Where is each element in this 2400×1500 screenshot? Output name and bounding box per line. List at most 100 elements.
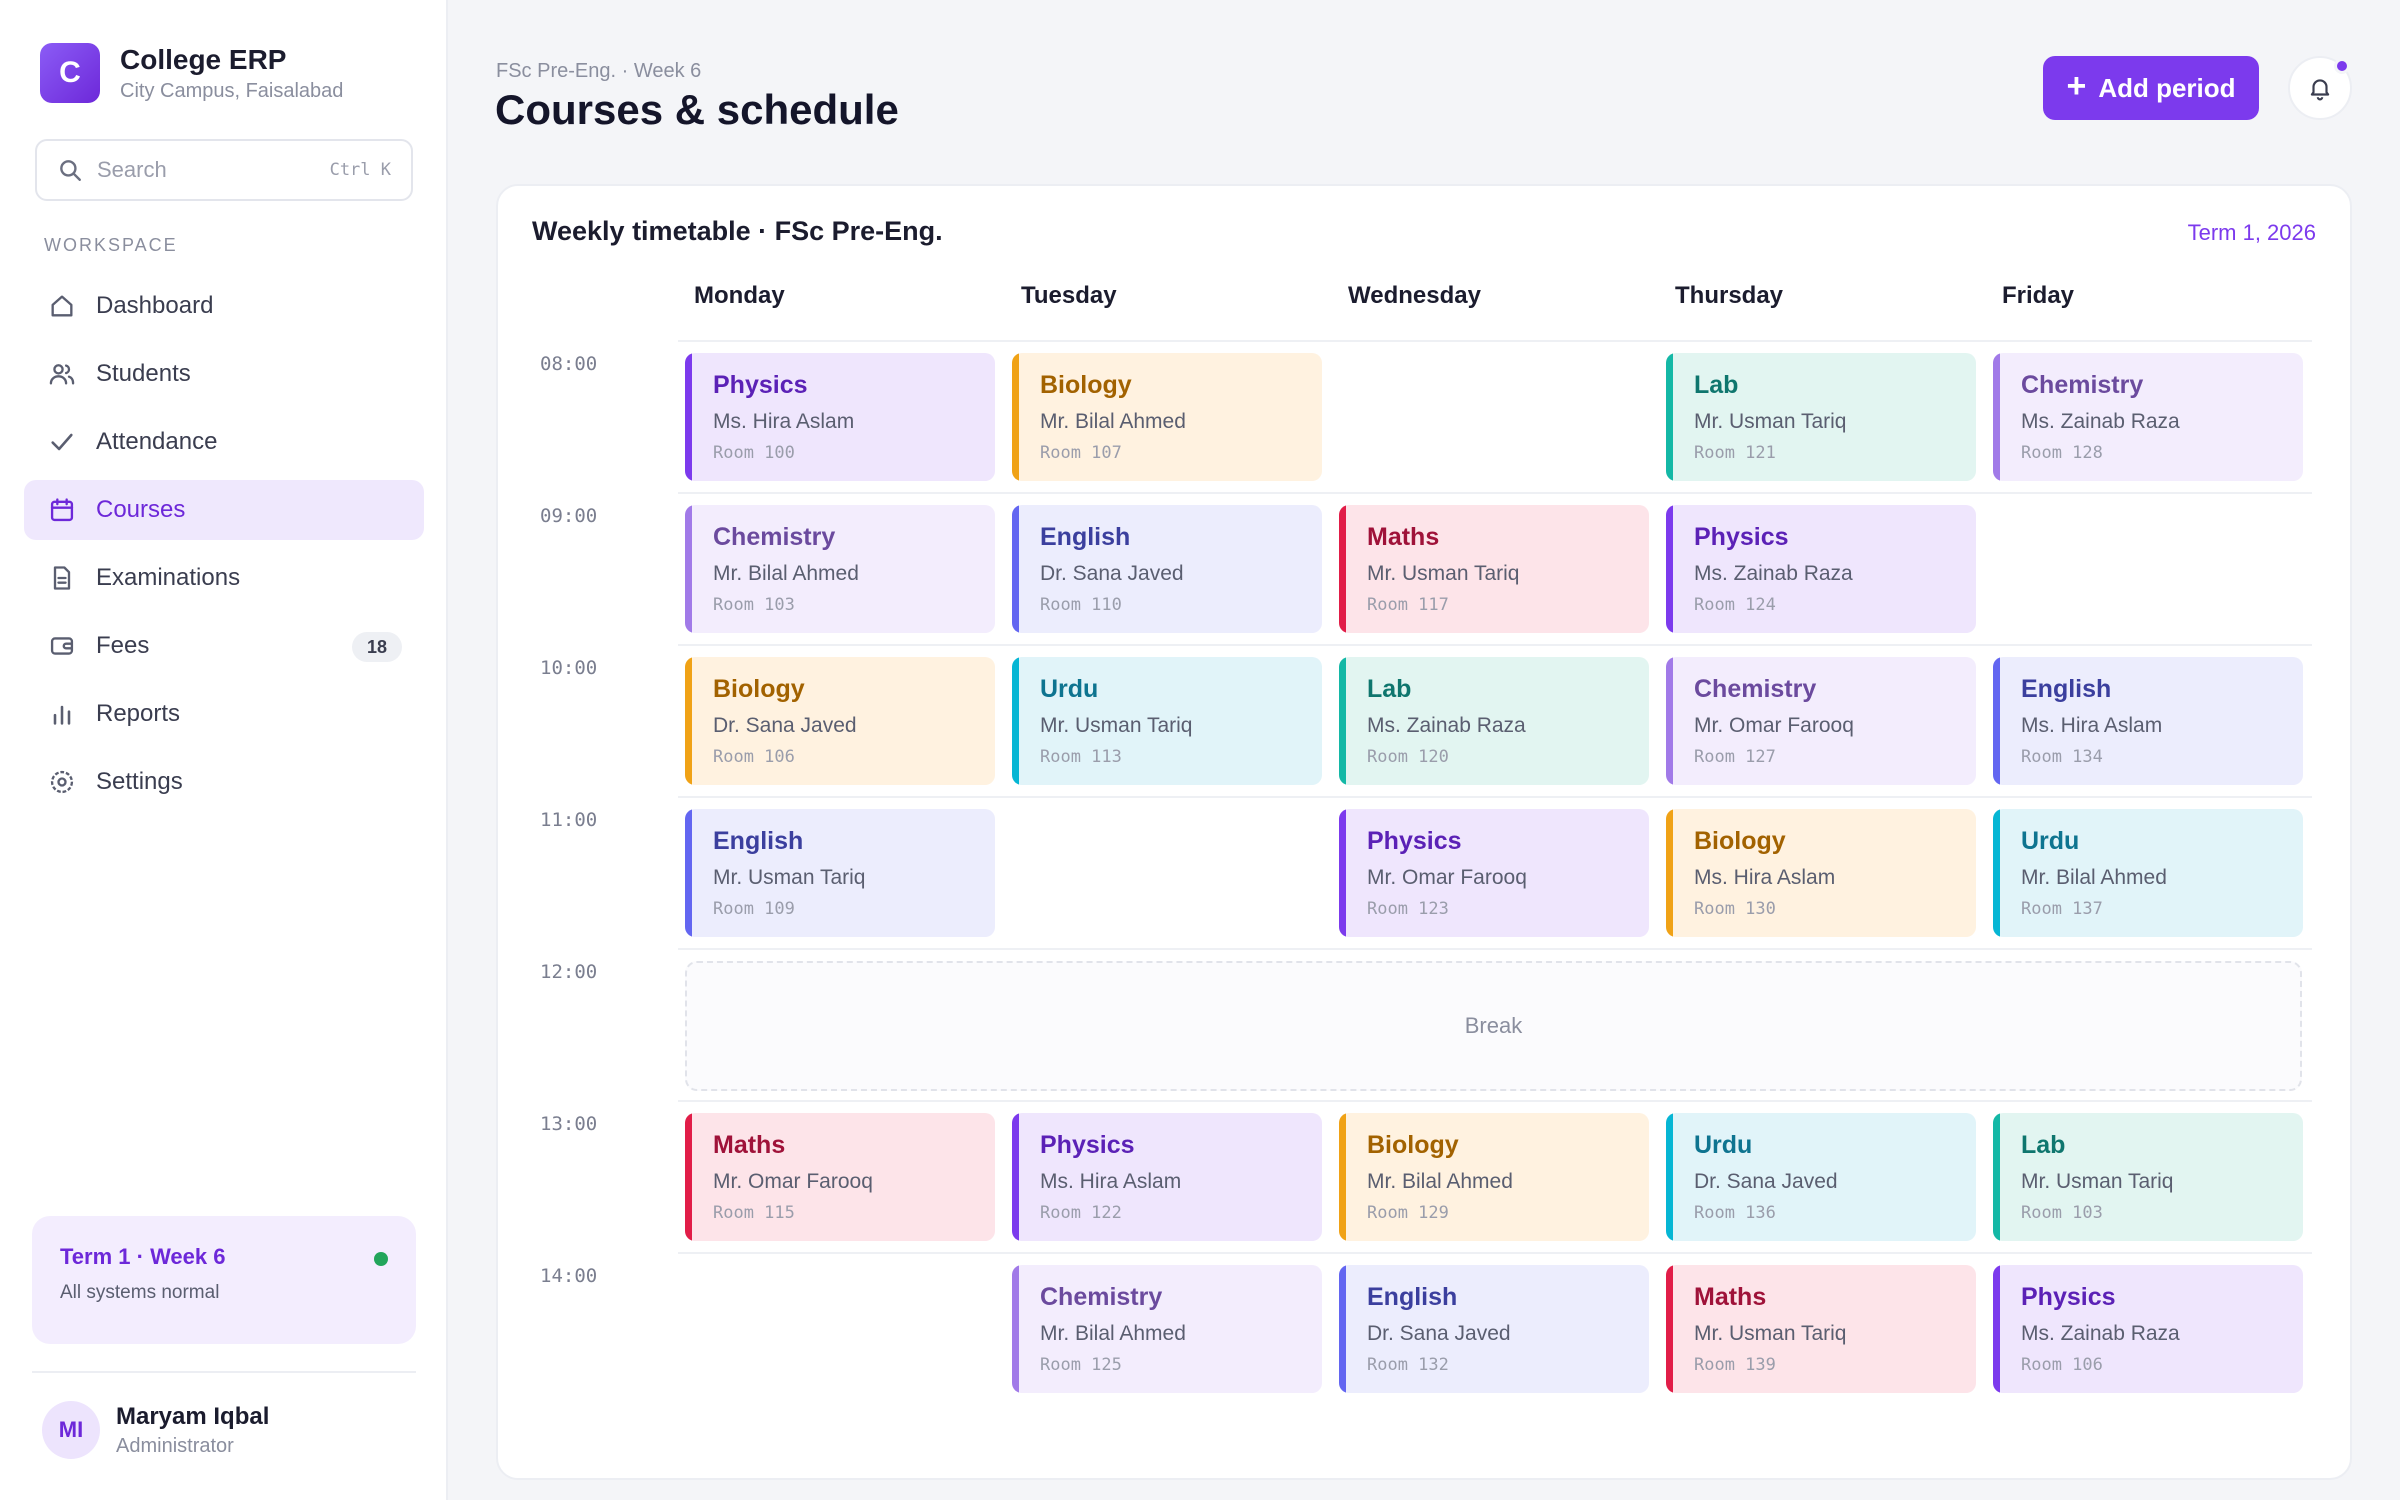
class-slot[interactable]: Chemistry Mr. Bilal Ahmed Room 125 [1012, 1265, 1322, 1393]
search-placeholder: Search [97, 157, 167, 182]
slot-teacher: Ms. Zainab Raza [2021, 410, 2180, 433]
home-icon [51, 295, 73, 317]
slot-room: Room 106 [2021, 1355, 2103, 1375]
class-slot[interactable]: Biology Mr. Bilal Ahmed Room 129 [1339, 1113, 1649, 1241]
timetable-card: Weekly timetable · FSc Pre-Eng. Term 1, … [496, 184, 2352, 1480]
slot-subject: Lab [1694, 371, 1739, 399]
slot-subject: English [2021, 675, 2112, 703]
class-slot[interactable]: Physics Mr. Omar Farooq Room 123 [1339, 809, 1649, 937]
time-label: 10:00 [540, 657, 598, 679]
class-slot[interactable]: Maths Mr. Omar Farooq Room 115 [685, 1113, 995, 1241]
slot-room: Room 127 [1694, 747, 1776, 767]
sidebar-item-courses[interactable]: Courses [24, 480, 424, 540]
slot-subject: English [1367, 1283, 1458, 1311]
sidebar: C College ERP City Campus, Faisalabad Se… [0, 0, 448, 1500]
status-indicator-dot [374, 1252, 388, 1266]
class-slot[interactable]: Physics Ms. Hira Aslam Room 100 [685, 353, 995, 481]
slot-teacher: Mr. Usman Tariq [1694, 1322, 1847, 1345]
term-status-card: Term 1 · Week 6 All systems normal [32, 1216, 416, 1344]
slot-subject: Urdu [2021, 827, 2080, 855]
slot-room: Room 123 [1367, 899, 1449, 919]
brand[interactable]: C College ERP City Campus, Faisalabad [40, 43, 343, 103]
slot-teacher: Mr. Usman Tariq [1694, 410, 1847, 433]
class-slot[interactable]: Chemistry Mr. Bilal Ahmed Room 103 [685, 505, 995, 633]
slot-room: Room 128 [2021, 443, 2103, 463]
user-profile[interactable]: MI Maryam Iqbal Administrator [42, 1401, 269, 1459]
user-role: Administrator [116, 1434, 234, 1457]
class-slot[interactable]: Maths Mr. Usman Tariq Room 117 [1339, 505, 1649, 633]
slot-teacher: Ms. Zainab Raza [2021, 1322, 2180, 1345]
slot-room: Room 120 [1367, 747, 1449, 767]
slot-teacher: Mr. Omar Farooq [1367, 866, 1527, 889]
sidebar-item-students[interactable]: Students [24, 344, 424, 404]
slot-teacher: Mr. Usman Tariq [713, 866, 866, 889]
sidebar-item-fees[interactable]: Fees 18 [24, 616, 424, 676]
slot-subject: Urdu [1694, 1131, 1753, 1159]
sidebar-item-attendance[interactable]: Attendance [24, 412, 424, 472]
class-slot[interactable]: Lab Ms. Zainab Raza Room 120 [1339, 657, 1649, 785]
slot-teacher: Ms. Hira Aslam [1040, 1170, 1182, 1193]
class-slot[interactable]: Urdu Dr. Sana Javed Room 136 [1666, 1113, 1976, 1241]
sidebar-item-label: Settings [96, 768, 183, 795]
class-slot[interactable]: Chemistry Mr. Omar Farooq Room 127 [1666, 657, 1976, 785]
class-slot[interactable]: Biology Ms. Hira Aslam Room 130 [1666, 809, 1976, 937]
day-header-friday: Friday [2002, 282, 2075, 309]
sidebar-item-reports[interactable]: Reports [24, 684, 424, 744]
class-slot[interactable]: English Dr. Sana Javed Room 132 [1339, 1265, 1649, 1393]
class-slot[interactable]: English Mr. Usman Tariq Room 109 [685, 809, 995, 937]
class-slot[interactable]: Chemistry Ms. Zainab Raza Room 128 [1993, 353, 2303, 481]
slot-subject: Chemistry [1040, 1283, 1163, 1311]
class-slot[interactable]: Physics Ms. Zainab Raza Room 124 [1666, 505, 1976, 633]
sidebar-item-settings[interactable]: Settings [24, 752, 424, 812]
slot-subject: Physics [1040, 1131, 1135, 1159]
class-slot[interactable]: Physics Ms. Hira Aslam Room 122 [1012, 1113, 1322, 1241]
class-slot[interactable]: Biology Mr. Bilal Ahmed Room 107 [1012, 353, 1322, 481]
slot-subject: Chemistry [2021, 371, 2144, 399]
slot-room: Room 136 [1694, 1203, 1776, 1223]
class-slot[interactable]: Biology Dr. Sana Javed Room 106 [685, 657, 995, 785]
slot-room: Room 115 [713, 1203, 795, 1223]
class-slot[interactable]: Lab Mr. Usman Tariq Room 103 [1993, 1113, 2303, 1241]
user-name: Maryam Iqbal [116, 1402, 270, 1430]
slot-room: Room 106 [713, 747, 795, 767]
time-label: 13:00 [540, 1113, 598, 1135]
class-slot[interactable]: Maths Mr. Usman Tariq Room 139 [1666, 1265, 1976, 1393]
add-period-button[interactable]: + Add period [2043, 56, 2259, 120]
timetable-title: Weekly timetable · FSc Pre-Eng. [532, 216, 943, 246]
add-period-label: Add period [2098, 72, 2236, 103]
class-slot[interactable]: English Dr. Sana Javed Room 110 [1012, 505, 1322, 633]
slot-teacher: Mr. Bilal Ahmed [713, 562, 859, 585]
slot-room: Room 103 [713, 595, 795, 615]
class-slot[interactable]: Urdu Mr. Bilal Ahmed Room 137 [1993, 809, 2303, 937]
workspace-section-label: WORKSPACE [44, 235, 178, 255]
slot-room: Room 130 [1694, 899, 1776, 919]
term-selector[interactable]: Term 1, 2026 [2188, 220, 2316, 246]
grid-line [678, 644, 2312, 646]
slot-subject: Lab [1367, 675, 1412, 703]
class-slot[interactable]: Lab Mr. Usman Tariq Room 121 [1666, 353, 1976, 481]
sidebar-item-label: Dashboard [96, 292, 214, 319]
class-slot[interactable]: Physics Ms. Zainab Raza Room 106 [1993, 1265, 2303, 1393]
class-slot[interactable]: English Ms. Hira Aslam Room 134 [1993, 657, 2303, 785]
check-icon [51, 433, 73, 451]
notifications-button[interactable] [2288, 56, 2352, 120]
slot-subject: Physics [2021, 1283, 2116, 1311]
sidebar-item-examinations[interactable]: Examinations [24, 548, 424, 608]
slot-teacher: Mr. Usman Tariq [2021, 1170, 2174, 1193]
sidebar-nav: Dashboard Students Attendance Courses Ex… [24, 276, 424, 820]
slot-subject: Chemistry [713, 523, 836, 551]
bell-icon [2310, 79, 2330, 101]
sidebar-item-dashboard[interactable]: Dashboard [24, 276, 424, 336]
sidebar-item-label: Students [96, 360, 191, 387]
grid-line [678, 1252, 2312, 1254]
slot-teacher: Mr. Bilal Ahmed [1040, 410, 1186, 433]
slot-room: Room 134 [2021, 747, 2103, 767]
search-input[interactable]: Search Ctrl K [35, 139, 413, 201]
sidebar-item-label: Reports [96, 700, 181, 727]
class-slot[interactable]: Urdu Mr. Usman Tariq Room 113 [1012, 657, 1322, 785]
slot-room: Room 122 [1040, 1203, 1122, 1223]
slot-teacher: Ms. Zainab Raza [1694, 562, 1853, 585]
time-label: 12:00 [540, 961, 598, 983]
slot-subject: English [713, 827, 804, 855]
grid-line [678, 796, 2312, 798]
